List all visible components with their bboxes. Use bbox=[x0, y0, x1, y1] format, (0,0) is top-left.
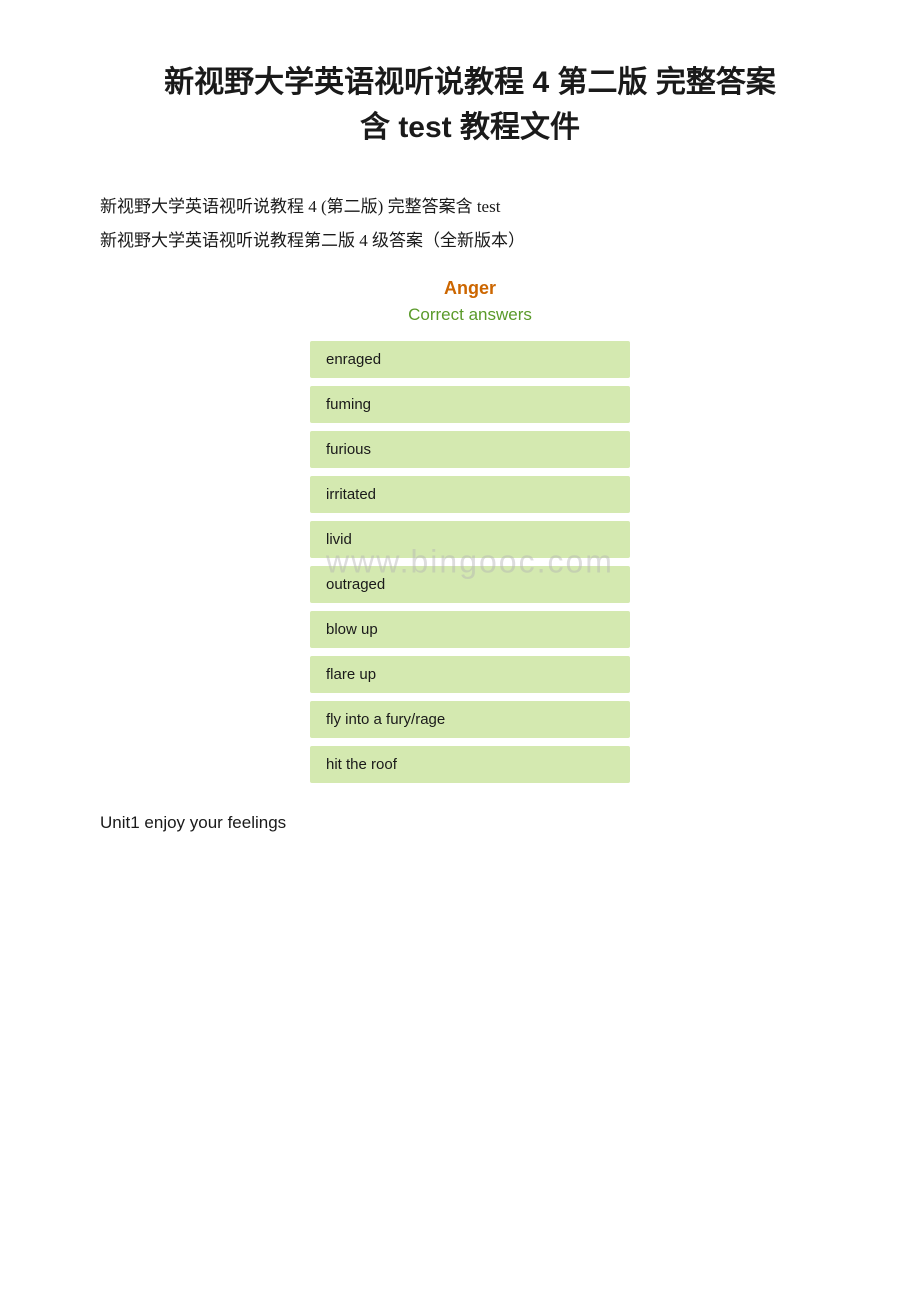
answer-item: enraged bbox=[310, 341, 630, 378]
answer-item: flare up bbox=[310, 656, 630, 693]
subtitle-line-2: 新视野大学英语视听说教程第二版 4 级答案（全新版本） bbox=[100, 224, 840, 258]
answers-container: www.bingooc.com enragedfumingfuriousirri… bbox=[310, 341, 630, 783]
correct-answers-label: Correct answers bbox=[408, 305, 532, 325]
answer-item: furious bbox=[310, 431, 630, 468]
answer-item: livid bbox=[310, 521, 630, 558]
answer-item: fly into a fury/rage bbox=[310, 701, 630, 738]
answer-item: hit the roof bbox=[310, 746, 630, 783]
answer-item: fuming bbox=[310, 386, 630, 423]
answer-item: blow up bbox=[310, 611, 630, 648]
answer-item: irritated bbox=[310, 476, 630, 513]
answer-list: enraged fuming furious irritated livid outrag… bbox=[310, 341, 630, 783]
page-title: 新视野大学英语视听说教程 4 第二版 完整答案 含 test 教程文件 bbox=[100, 60, 840, 150]
content-center: Anger Correct answers www.bingooc.com en… bbox=[100, 278, 840, 783]
subtitle-line-1: 新视野大学英语视听说教程 4 (第二版) 完整答案含 test bbox=[100, 190, 840, 224]
subtitle-block: 新视野大学英语视听说教程 4 (第二版) 完整答案含 test 新视野大学英语视… bbox=[100, 190, 840, 258]
unit-text: Unit1 enjoy your feelings bbox=[100, 813, 840, 833]
section-title: Anger bbox=[444, 278, 496, 299]
bottom-spacer bbox=[100, 833, 840, 1033]
answer-item: outraged bbox=[310, 566, 630, 603]
